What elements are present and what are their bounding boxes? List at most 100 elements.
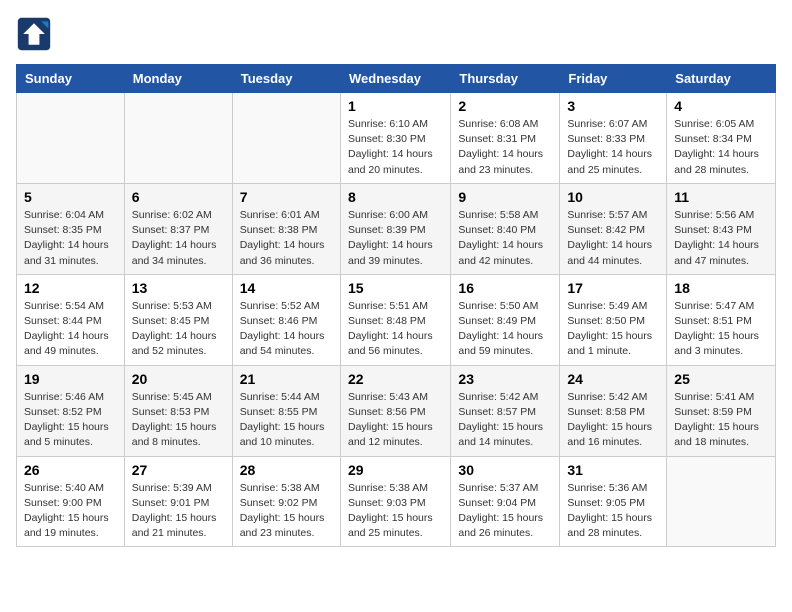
day-info: Sunrise: 5:45 AM Sunset: 8:53 PM Dayligh… <box>132 390 225 451</box>
day-cell: 5 Sunrise: 6:04 AM Sunset: 8:35 PM Daylig… <box>17 183 125 274</box>
day-info: Sunrise: 5:57 AM Sunset: 8:42 PM Dayligh… <box>567 208 659 269</box>
day-cell: 27Sunrise: 5:39 AM Sunset: 9:01 PM Dayli… <box>124 456 232 547</box>
day-cell: 13 Sunrise: 5:53 AM Sunset: 8:45 PM Dayli… <box>124 274 232 365</box>
day-cell: 24 Sunrise: 5:42 AM Sunset: 8:58 PM Dayli… <box>560 365 667 456</box>
logo-icon <box>16 16 52 52</box>
header-cell-saturday: Saturday <box>667 65 776 93</box>
day-number: 10 <box>567 189 659 205</box>
day-number: 6 <box>132 189 225 205</box>
day-info: Sunrise: 5:41 AM Sunset: 8:59 PM Dayligh… <box>674 390 768 451</box>
day-number: 30 <box>458 462 552 478</box>
day-number: 29 <box>348 462 443 478</box>
day-number: 1 <box>348 98 443 114</box>
calendar-table: SundayMondayTuesdayWednesdayThursdayFrid… <box>16 64 776 547</box>
day-cell: 7 Sunrise: 6:01 AM Sunset: 8:38 PM Daylig… <box>232 183 340 274</box>
day-info: Sunrise: 5:47 AM Sunset: 8:51 PM Dayligh… <box>674 299 768 360</box>
header-cell-monday: Monday <box>124 65 232 93</box>
day-info: Sunrise: 5:54 AM Sunset: 8:44 PM Dayligh… <box>24 299 117 360</box>
day-cell: 26Sunrise: 5:40 AM Sunset: 9:00 PM Dayli… <box>17 456 125 547</box>
day-number: 15 <box>348 280 443 296</box>
day-number: 8 <box>348 189 443 205</box>
day-number: 2 <box>458 98 552 114</box>
day-info: Sunrise: 5:58 AM Sunset: 8:40 PM Dayligh… <box>458 208 552 269</box>
day-number: 23 <box>458 371 552 387</box>
day-info: Sunrise: 6:01 AM Sunset: 8:38 PM Dayligh… <box>240 208 333 269</box>
day-number: 11 <box>674 189 768 205</box>
week-row-1: 1 Sunrise: 6:10 AM Sunset: 8:30 PM Daylig… <box>17 93 776 184</box>
header-cell-wednesday: Wednesday <box>340 65 450 93</box>
day-cell: 31 Sunrise: 5:36 AM Sunset: 9:05 PM Dayli… <box>560 456 667 547</box>
day-info: Sunrise: 5:43 AM Sunset: 8:56 PM Dayligh… <box>348 390 443 451</box>
day-cell: 29 Sunrise: 5:38 AM Sunset: 9:03 PM Dayli… <box>340 456 450 547</box>
day-info: Sunrise: 5:53 AM Sunset: 8:45 PM Dayligh… <box>132 299 225 360</box>
day-number: 16 <box>458 280 552 296</box>
header-cell-tuesday: Tuesday <box>232 65 340 93</box>
day-number: 5 <box>24 189 117 205</box>
day-info: Sunrise: 5:51 AM Sunset: 8:48 PM Dayligh… <box>348 299 443 360</box>
day-info: Sunrise: 5:36 AM Sunset: 9:05 PM Dayligh… <box>567 481 659 542</box>
day-cell: 10 Sunrise: 5:57 AM Sunset: 8:42 PM Dayli… <box>560 183 667 274</box>
day-cell: 25 Sunrise: 5:41 AM Sunset: 8:59 PM Dayli… <box>667 365 776 456</box>
header-cell-sunday: Sunday <box>17 65 125 93</box>
day-number: 13 <box>132 280 225 296</box>
day-info: Sunrise: 5:46 AM Sunset: 8:52 PM Dayligh… <box>24 390 117 451</box>
day-number: 20 <box>132 371 225 387</box>
day-number: 14 <box>240 280 333 296</box>
day-number: 3 <box>567 98 659 114</box>
day-info: Sunrise: 6:07 AM Sunset: 8:33 PM Dayligh… <box>567 117 659 178</box>
day-info: Sunrise: 6:04 AM Sunset: 8:35 PM Dayligh… <box>24 208 117 269</box>
day-number: 18 <box>674 280 768 296</box>
day-number: 9 <box>458 189 552 205</box>
day-cell: 16 Sunrise: 5:50 AM Sunset: 8:49 PM Dayli… <box>451 274 560 365</box>
page-header <box>16 16 776 52</box>
day-cell: 8 Sunrise: 6:00 AM Sunset: 8:39 PM Daylig… <box>340 183 450 274</box>
day-cell: 18 Sunrise: 5:47 AM Sunset: 8:51 PM Dayli… <box>667 274 776 365</box>
day-cell: 23Sunrise: 5:42 AM Sunset: 8:57 PM Dayli… <box>451 365 560 456</box>
day-info: Sunrise: 6:00 AM Sunset: 8:39 PM Dayligh… <box>348 208 443 269</box>
day-info: Sunrise: 5:38 AM Sunset: 9:03 PM Dayligh… <box>348 481 443 542</box>
calendar-header: SundayMondayTuesdayWednesdayThursdayFrid… <box>17 65 776 93</box>
week-row-5: 26Sunrise: 5:40 AM Sunset: 9:00 PM Dayli… <box>17 456 776 547</box>
day-cell: 28 Sunrise: 5:38 AM Sunset: 9:02 PM Dayli… <box>232 456 340 547</box>
day-cell <box>232 93 340 184</box>
day-info: Sunrise: 5:38 AM Sunset: 9:02 PM Dayligh… <box>240 481 333 542</box>
day-number: 31 <box>567 462 659 478</box>
day-number: 24 <box>567 371 659 387</box>
day-info: Sunrise: 5:52 AM Sunset: 8:46 PM Dayligh… <box>240 299 333 360</box>
day-info: Sunrise: 6:10 AM Sunset: 8:30 PM Dayligh… <box>348 117 443 178</box>
day-number: 27 <box>132 462 225 478</box>
day-info: Sunrise: 5:42 AM Sunset: 8:58 PM Dayligh… <box>567 390 659 451</box>
day-info: Sunrise: 6:08 AM Sunset: 8:31 PM Dayligh… <box>458 117 552 178</box>
day-cell: 2 Sunrise: 6:08 AM Sunset: 8:31 PM Daylig… <box>451 93 560 184</box>
week-row-4: 19Sunrise: 5:46 AM Sunset: 8:52 PM Dayli… <box>17 365 776 456</box>
day-cell: 20 Sunrise: 5:45 AM Sunset: 8:53 PM Dayli… <box>124 365 232 456</box>
day-number: 17 <box>567 280 659 296</box>
day-cell: 17 Sunrise: 5:49 AM Sunset: 8:50 PM Dayli… <box>560 274 667 365</box>
day-info: Sunrise: 5:49 AM Sunset: 8:50 PM Dayligh… <box>567 299 659 360</box>
day-cell <box>17 93 125 184</box>
day-info: Sunrise: 5:40 AM Sunset: 9:00 PM Dayligh… <box>24 481 117 542</box>
day-info: Sunrise: 5:50 AM Sunset: 8:49 PM Dayligh… <box>458 299 552 360</box>
week-row-2: 5 Sunrise: 6:04 AM Sunset: 8:35 PM Daylig… <box>17 183 776 274</box>
day-number: 21 <box>240 371 333 387</box>
day-cell: 1 Sunrise: 6:10 AM Sunset: 8:30 PM Daylig… <box>340 93 450 184</box>
day-number: 7 <box>240 189 333 205</box>
header-cell-thursday: Thursday <box>451 65 560 93</box>
day-cell: 30Sunrise: 5:37 AM Sunset: 9:04 PM Dayli… <box>451 456 560 547</box>
day-cell: 6Sunrise: 6:02 AM Sunset: 8:37 PM Daylig… <box>124 183 232 274</box>
day-number: 28 <box>240 462 333 478</box>
day-cell <box>667 456 776 547</box>
calendar-body: 1 Sunrise: 6:10 AM Sunset: 8:30 PM Daylig… <box>17 93 776 547</box>
header-cell-friday: Friday <box>560 65 667 93</box>
day-number: 25 <box>674 371 768 387</box>
week-row-3: 12 Sunrise: 5:54 AM Sunset: 8:44 PM Dayli… <box>17 274 776 365</box>
logo <box>16 16 56 52</box>
day-info: Sunrise: 5:56 AM Sunset: 8:43 PM Dayligh… <box>674 208 768 269</box>
header-row: SundayMondayTuesdayWednesdayThursdayFrid… <box>17 65 776 93</box>
day-cell: 3 Sunrise: 6:07 AM Sunset: 8:33 PM Daylig… <box>560 93 667 184</box>
day-cell: 11 Sunrise: 5:56 AM Sunset: 8:43 PM Dayli… <box>667 183 776 274</box>
day-number: 12 <box>24 280 117 296</box>
day-info: Sunrise: 5:44 AM Sunset: 8:55 PM Dayligh… <box>240 390 333 451</box>
day-cell: 14 Sunrise: 5:52 AM Sunset: 8:46 PM Dayli… <box>232 274 340 365</box>
day-cell: 19Sunrise: 5:46 AM Sunset: 8:52 PM Dayli… <box>17 365 125 456</box>
